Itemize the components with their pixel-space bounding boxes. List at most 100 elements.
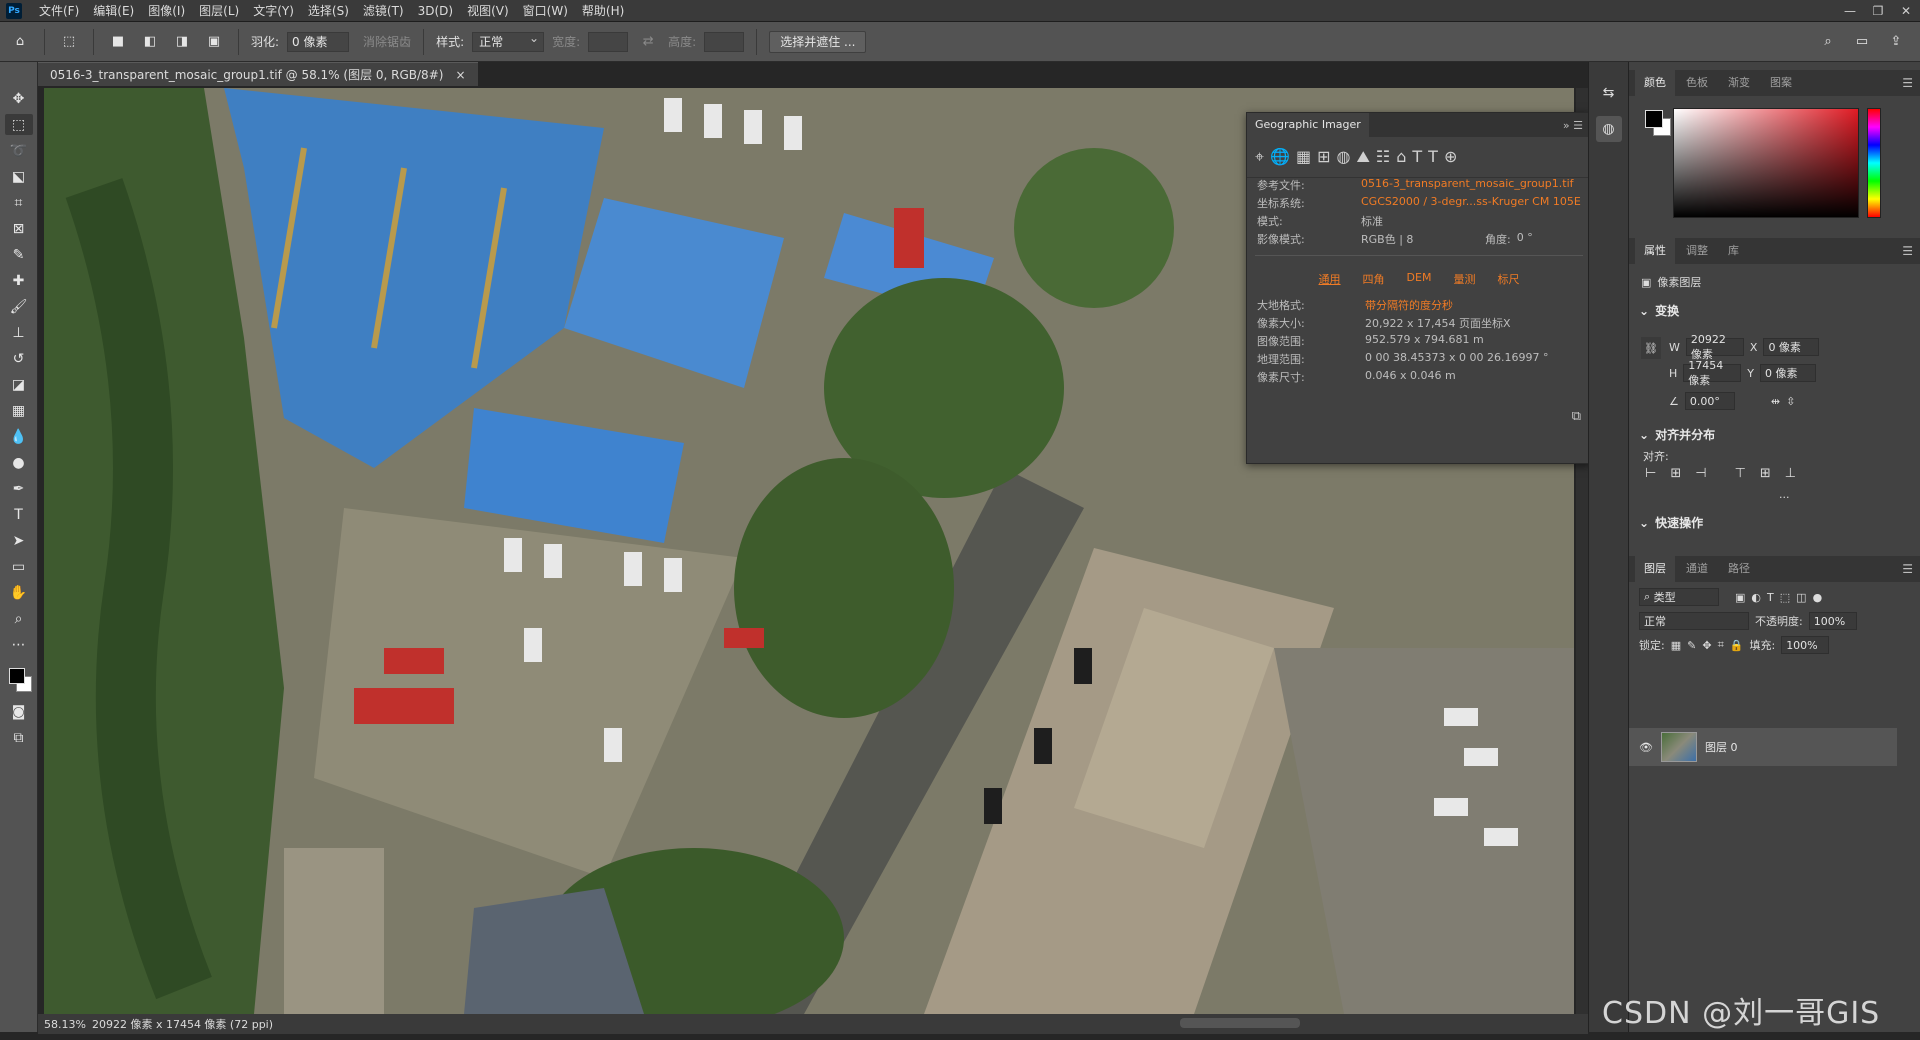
search-icon[interactable]: ⌕ [1816, 30, 1840, 54]
close-button[interactable]: ✕ [1892, 4, 1920, 18]
menu-help[interactable]: 帮助(H) [575, 0, 631, 22]
tab-general[interactable]: 通用 [1319, 271, 1341, 287]
panel-collapse-icon[interactable]: » ☰ [1563, 119, 1583, 132]
intersect-selection-icon[interactable]: ▣ [202, 30, 226, 54]
georeference-icon[interactable]: ⌖ [1255, 147, 1264, 167]
align-section[interactable]: ⌄ 对齐并分布 [1639, 426, 1715, 443]
menu-view[interactable]: 视图(V) [460, 0, 516, 22]
tab-patterns[interactable]: 图案 [1761, 70, 1801, 96]
menu-edit[interactable]: 编辑(E) [86, 0, 141, 22]
select-and-mask-button[interactable]: 选择并遮住 ... [769, 30, 867, 53]
lock-all-icon[interactable]: 🔒 [1730, 639, 1744, 652]
flip-horizontal-icon[interactable]: ⇹ [1771, 395, 1780, 408]
zoom-level[interactable]: 58.13% [44, 1018, 86, 1031]
dodge-tool-icon[interactable]: ● [5, 452, 33, 473]
gradient-tool-icon[interactable]: ▦ [5, 400, 33, 421]
globe-icon[interactable]: 🌐 [1270, 147, 1290, 167]
share-icon[interactable]: ⇪ [1884, 30, 1908, 54]
horizontal-scrollbar[interactable] [1180, 1018, 1300, 1028]
rectangle-tool-icon[interactable]: ▭ [5, 556, 33, 577]
flip-vertical-icon[interactable]: ⇳ [1786, 395, 1795, 408]
color-swatches[interactable] [5, 666, 33, 696]
panel-menu-icon[interactable]: ☰ [1902, 562, 1913, 576]
close-tab-icon[interactable]: × [455, 68, 465, 82]
crop-tool-icon[interactable]: ⌗ [5, 192, 33, 213]
new-selection-icon[interactable]: ■ [106, 30, 130, 54]
tab-measure[interactable]: 量测 [1453, 271, 1475, 287]
blur-tool-icon[interactable]: 💧 [5, 426, 33, 447]
swap-icon[interactable]: ⇄ [636, 30, 660, 54]
tiles-icon[interactable]: ⊞ [1317, 147, 1330, 167]
align-right-icon[interactable]: ⊣ [1695, 466, 1706, 481]
table-icon[interactable]: ☷ [1376, 147, 1390, 167]
align-bottom-icon[interactable]: ⊥ [1785, 466, 1796, 481]
menu-select[interactable]: 选择(S) [301, 0, 356, 22]
lock-transparent-icon[interactable]: ▦ [1671, 639, 1681, 652]
type-tool-icon[interactable]: T [5, 504, 33, 525]
hand-tool-icon[interactable]: ✋ [5, 582, 33, 603]
geographic-imager-panel-icon[interactable]: ◍ [1595, 116, 1622, 142]
add-selection-icon[interactable]: ◧ [138, 30, 162, 54]
tab-color[interactable]: 颜色 [1635, 70, 1675, 96]
angle-field[interactable]: 0.00° [1684, 392, 1735, 410]
pen-tool-icon[interactable]: ✒ [5, 478, 33, 499]
tab-libraries[interactable]: 库 [1719, 238, 1748, 264]
tab-channels[interactable]: 通道 [1677, 556, 1717, 582]
path-selection-tool-icon[interactable]: ➤ [5, 530, 33, 551]
history-brush-tool-icon[interactable]: ↺ [5, 348, 33, 369]
style-select[interactable]: 正常 [472, 31, 545, 52]
add-layer-icon[interactable]: ⊕ [1444, 147, 1457, 167]
width-input[interactable] [588, 31, 629, 52]
panel-menu-icon[interactable]: ☰ [1902, 76, 1913, 90]
width-field[interactable]: 20922 像素 [1685, 333, 1744, 361]
foreground-color-swatch[interactable] [8, 668, 25, 684]
filter-shape-icon[interactable]: ⬚ [1780, 591, 1790, 604]
opacity-field[interactable]: 100% [1808, 612, 1857, 630]
frame-tool-icon[interactable]: ⊠ [5, 218, 33, 239]
lock-paint-icon[interactable]: ✎ [1687, 639, 1696, 652]
subtract-selection-icon[interactable]: ◨ [170, 30, 194, 54]
tab-swatches[interactable]: 色板 [1677, 70, 1717, 96]
color-picker-field[interactable] [1673, 108, 1859, 218]
filter-adjust-icon[interactable]: ◐ [1751, 591, 1761, 604]
lock-position-icon[interactable]: ✥ [1702, 639, 1711, 652]
lasso-tool-icon[interactable]: ➰ [5, 140, 33, 161]
menu-layer[interactable]: 图层(L) [192, 0, 246, 22]
geodetic-value[interactable]: 带分隔符的度分秒 [1365, 297, 1453, 313]
tab-adjustments[interactable]: 调整 [1677, 238, 1717, 264]
ref-file-value[interactable]: 0516-3_transparent_mosaic_group1.tif [1361, 177, 1574, 193]
tab-dem[interactable]: DEM [1407, 271, 1432, 287]
tab-properties[interactable]: 属性 [1635, 238, 1675, 264]
restore-button[interactable]: ❐ [1864, 4, 1892, 18]
fill-field[interactable]: 100% [1781, 636, 1830, 654]
buildings-icon[interactable]: ⌂ [1396, 147, 1406, 167]
grid-icon[interactable]: ▦ [1296, 147, 1311, 167]
rectangular-marquee-tool-icon[interactable]: ⬚ [4, 114, 33, 135]
eyedropper-tool-icon[interactable]: ✎ [5, 244, 33, 265]
filter-pixel-icon[interactable]: ▣ [1735, 591, 1745, 604]
quick-mask-icon[interactable]: ◙ [5, 701, 33, 722]
layer-kind-filter[interactable]: ⌕ 类型 [1639, 588, 1719, 606]
brush-tool-icon[interactable]: 🖌 [5, 296, 33, 317]
layer-name[interactable]: 图层 0 [1705, 739, 1738, 755]
y-field[interactable]: 0 像素 [1760, 364, 1817, 382]
height-field[interactable]: 17454 像素 [1683, 359, 1742, 387]
antialias-checkbox-label[interactable]: 消除锯齿 [363, 33, 411, 50]
panel-menu-icon[interactable]: ☰ [1902, 244, 1913, 258]
copy-icon[interactable]: ⧉ [1572, 409, 1581, 424]
tab-layers[interactable]: 图层 [1635, 556, 1675, 582]
clone-stamp-tool-icon[interactable]: ⊥ [5, 322, 33, 343]
align-vcenter-icon[interactable]: ⊞ [1760, 466, 1771, 481]
more-tools-icon[interactable]: ⋯ [5, 634, 33, 655]
visibility-eye-icon[interactable]: 👁 [1639, 741, 1653, 754]
menu-window[interactable]: 窗口(W) [516, 0, 575, 22]
menu-3d[interactable]: 3D(D) [411, 0, 460, 22]
healing-brush-tool-icon[interactable]: ✚ [5, 270, 33, 291]
transform-section[interactable]: ⌄ 变换 [1639, 302, 1679, 319]
minimize-button[interactable]: — [1836, 4, 1864, 18]
screen-mode-icon[interactable]: ⧉ [5, 727, 33, 748]
terrain-icon[interactable]: ⛰ [1356, 147, 1369, 167]
align-hcenter-icon[interactable]: ⊞ [1670, 466, 1681, 481]
tab-ruler[interactable]: 标尺 [1497, 271, 1519, 287]
filter-type-icon[interactable]: T [1767, 591, 1774, 604]
